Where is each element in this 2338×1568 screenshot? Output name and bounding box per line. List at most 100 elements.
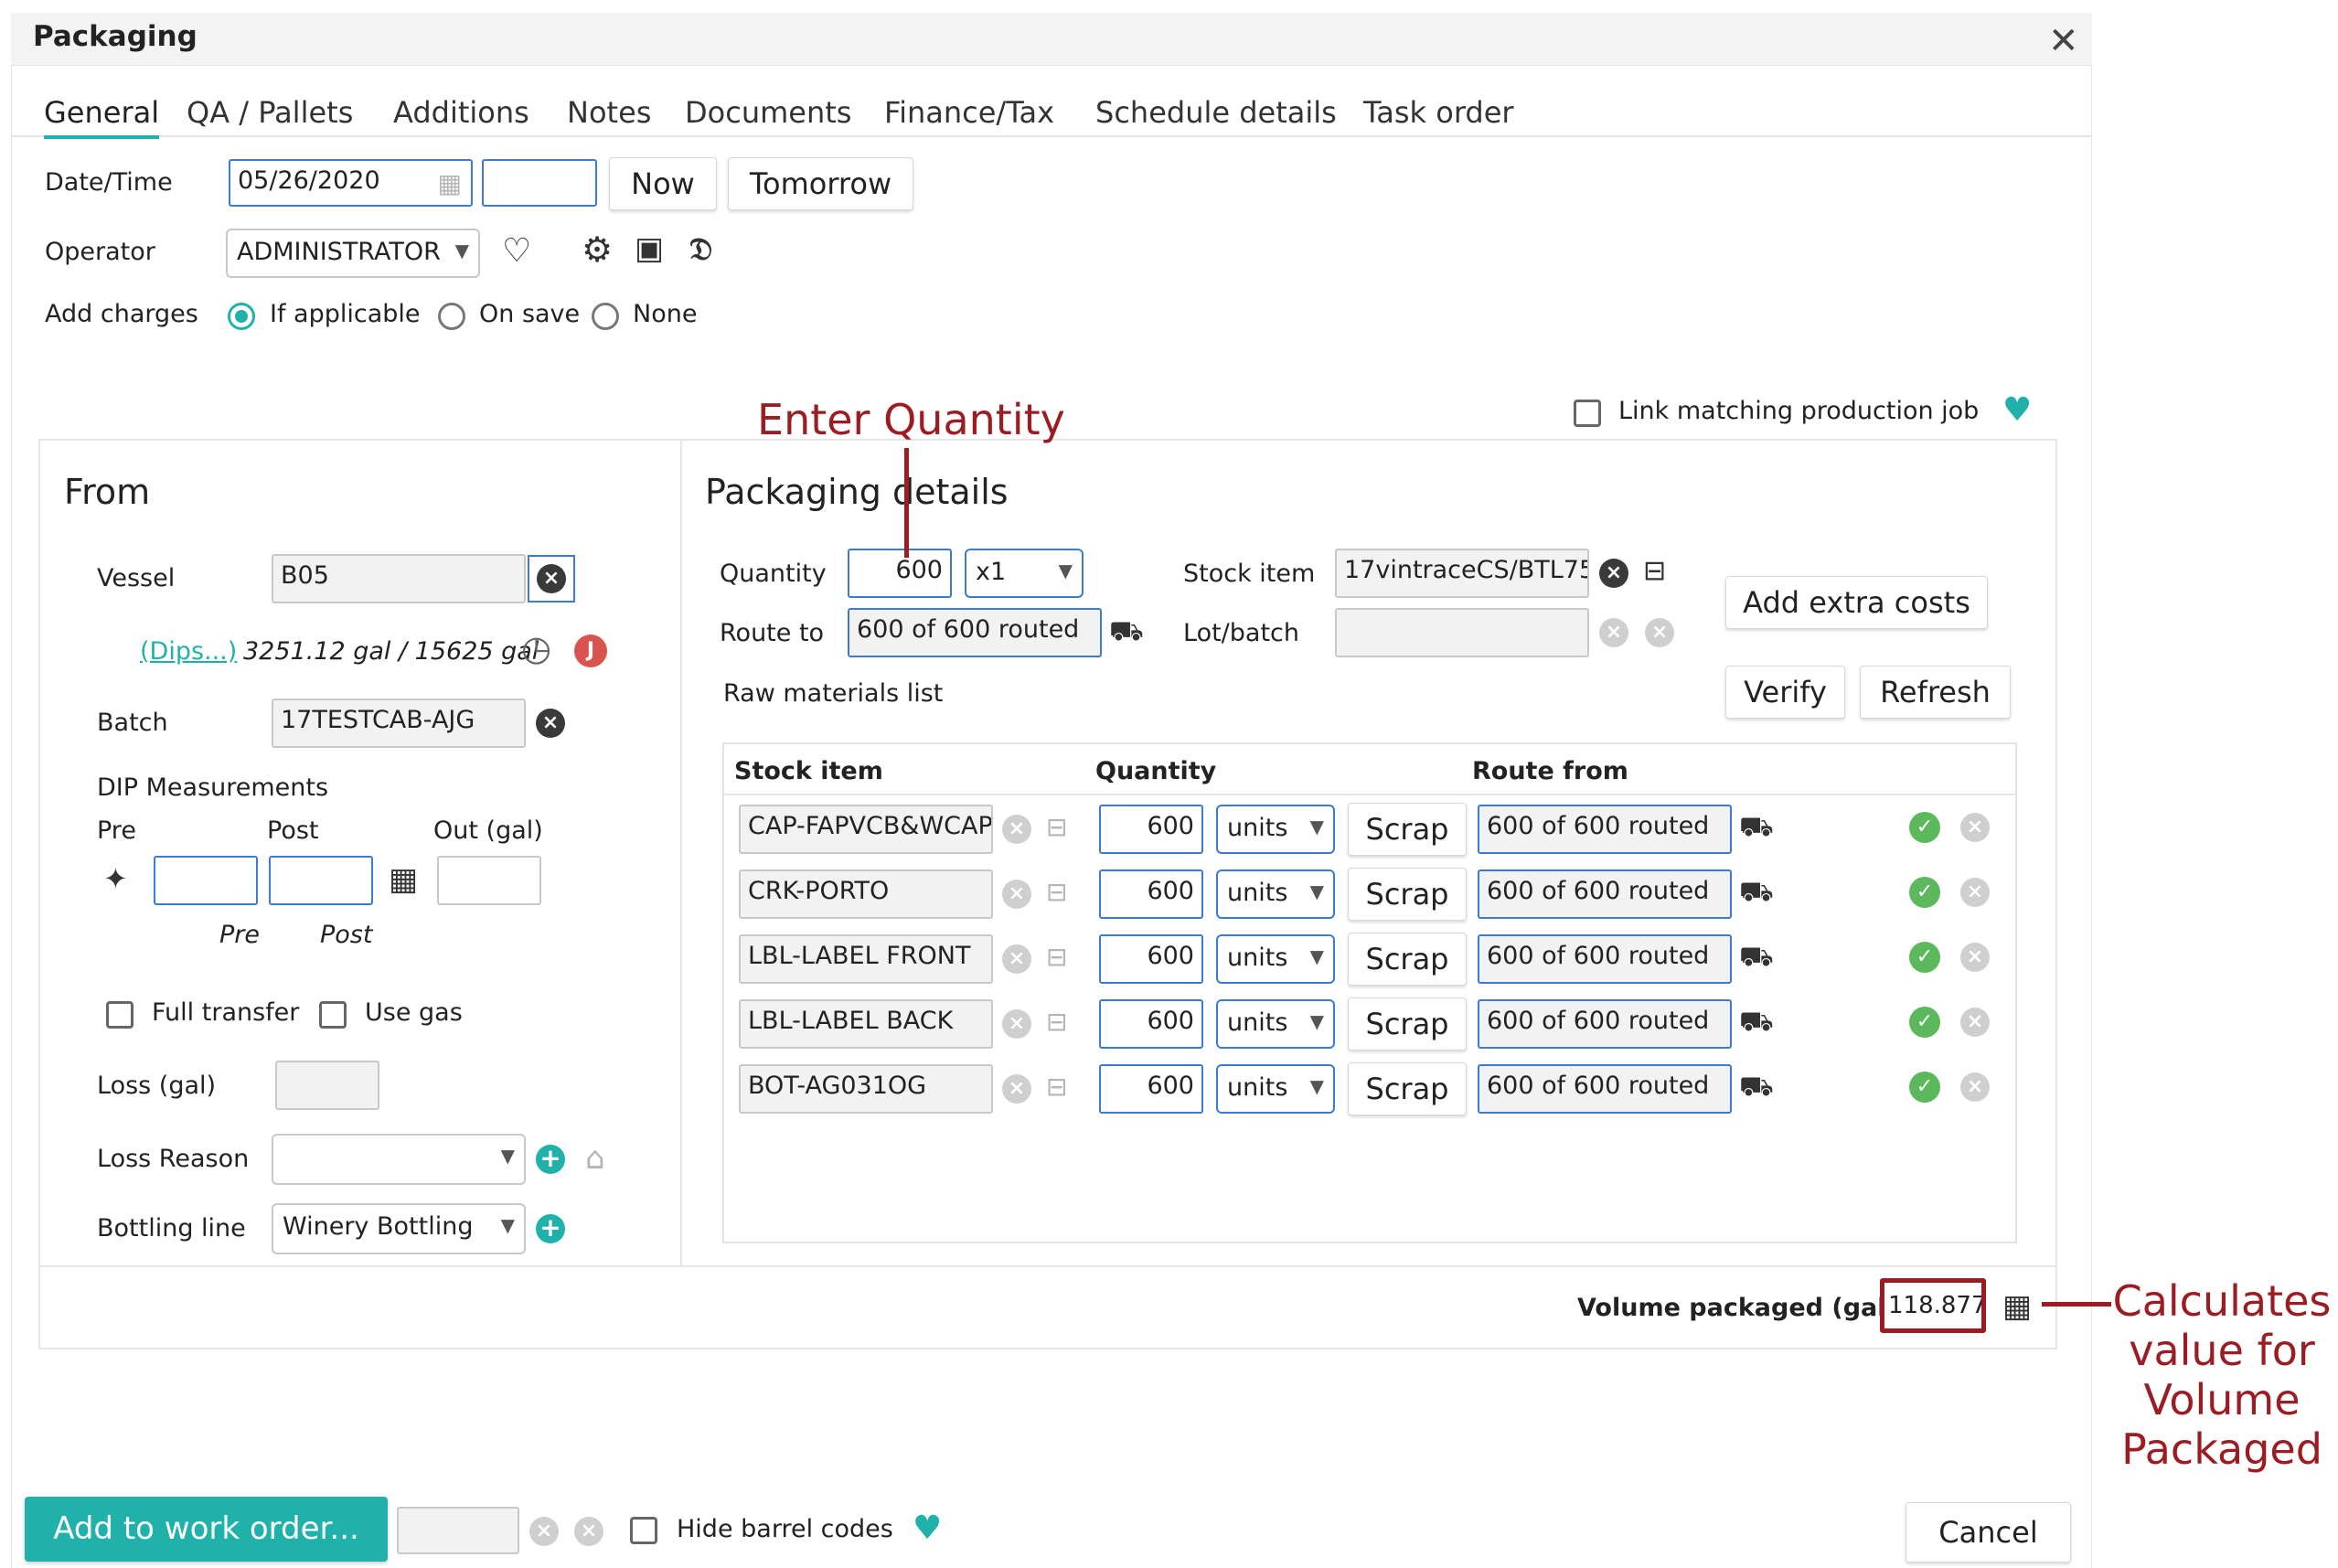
forklift-icon[interactable]: ⛟ — [1109, 616, 1144, 647]
link-job-checkbox[interactable] — [1574, 400, 1601, 427]
verify-button[interactable]: Verify — [1725, 666, 1845, 719]
row-remove-icon[interactable]: × — [1960, 943, 1990, 972]
lot-batch-input[interactable] — [1335, 608, 1589, 657]
multiplier-select[interactable]: x1 ▼ — [965, 549, 1084, 598]
row-unit-select[interactable]: units ▼ — [1216, 934, 1335, 984]
calculator-icon[interactable]: ▦ — [389, 864, 418, 895]
row-remove-icon[interactable]: × — [1960, 878, 1990, 907]
forklift-icon[interactable]: ⛟ — [1739, 812, 1774, 843]
row-unit-select[interactable]: units ▼ — [1216, 1064, 1335, 1114]
row-remove-icon[interactable]: × — [1960, 1072, 1990, 1102]
row-stock-input[interactable]: CAP-FAPVCB&WCAP — [739, 805, 993, 854]
heart-filled-icon[interactable]: ♥ — [913, 1512, 942, 1545]
row-quantity-input[interactable]: 600 — [1099, 1064, 1203, 1114]
forklift-icon[interactable]: ⛟ — [1739, 942, 1774, 973]
bottling-line-select[interactable]: Winery Bottling ▼ — [272, 1203, 526, 1254]
heart-filled-icon[interactable]: ♥ — [2002, 394, 2032, 427]
vessel-input[interactable]: B05 — [272, 554, 526, 603]
row-remove-icon[interactable]: × — [1960, 813, 1990, 842]
loss-reason-select[interactable]: ▼ — [272, 1134, 526, 1185]
row-scrap-button[interactable]: Scrap — [1348, 997, 1467, 1051]
row-route-input[interactable]: 600 of 600 routed — [1478, 999, 1732, 1049]
forklift-icon[interactable]: ⛟ — [1739, 1007, 1774, 1038]
row-stock-input[interactable]: LBL-LABEL FRONT — [739, 934, 993, 984]
batch-clear-icon[interactable]: × — [536, 709, 565, 738]
radio-on-save[interactable] — [438, 303, 465, 330]
gear-icon[interactable]: ⚙ — [582, 232, 613, 267]
calendar-icon[interactable]: ▦ — [438, 168, 462, 199]
radio-if-applicable[interactable] — [228, 303, 255, 330]
clock-icon[interactable]: ◷ — [521, 631, 551, 666]
bank-icon[interactable]: ⌂ — [585, 1143, 605, 1174]
row-clear-icon[interactable]: × — [1002, 944, 1031, 974]
calculator-icon[interactable]: ▦ — [2002, 1291, 2032, 1322]
row-quantity-input[interactable]: 600 — [1099, 805, 1203, 854]
tab-task-order[interactable]: Task order — [1363, 95, 1514, 130]
refresh-button[interactable]: Refresh — [1860, 666, 2011, 719]
forklift-icon[interactable]: ⛟ — [1739, 1072, 1774, 1103]
row-unit-select[interactable]: units ▼ — [1216, 869, 1335, 919]
magic-wand-icon[interactable]: ✦ — [103, 863, 128, 894]
add-extra-costs-button[interactable]: Add extra costs — [1725, 576, 1988, 629]
batch-input[interactable]: 17TESTCAB-AJG — [272, 699, 526, 748]
tab-notes[interactable]: Notes — [567, 95, 651, 130]
post-input[interactable] — [269, 856, 373, 905]
hide-barrel-codes-checkbox[interactable] — [630, 1517, 657, 1544]
now-button[interactable]: Now — [609, 157, 717, 210]
row-clear-icon[interactable]: × — [1002, 1009, 1031, 1039]
tab-qa-pallets[interactable]: QA / Pallets — [187, 95, 353, 130]
row-clear-icon[interactable]: × — [1002, 880, 1031, 909]
favorite-heart-icon[interactable]: ♡ — [502, 235, 531, 268]
route-to-input[interactable]: 600 of 600 routed — [848, 608, 1102, 657]
row-scrap-button[interactable]: Scrap — [1348, 933, 1467, 986]
tab-schedule-details[interactable]: Schedule details — [1095, 95, 1337, 130]
tomorrow-button[interactable]: Tomorrow — [728, 157, 913, 210]
lot-batch-remove-icon[interactable]: × — [1645, 618, 1674, 647]
time-input[interactable] — [482, 159, 597, 207]
contact-card-icon[interactable]: ▣ — [635, 233, 664, 264]
add-bottling-line-icon[interactable]: + — [536, 1214, 565, 1243]
stock-item-clear-icon[interactable]: × — [1599, 559, 1628, 588]
dips-link[interactable]: (Dips...) — [140, 637, 237, 666]
row-tag-icon[interactable]: ⊟ — [1046, 942, 1067, 973]
tab-finance-tax[interactable]: Finance/Tax — [884, 95, 1054, 130]
close-icon[interactable]: ✕ — [2048, 23, 2079, 59]
row-remove-icon[interactable]: × — [1960, 1008, 1990, 1037]
stock-item-input[interactable]: 17vintraceCS/BTL75 — [1335, 549, 1589, 598]
row-quantity-input[interactable]: 600 — [1099, 869, 1203, 919]
row-unit-select[interactable]: units ▼ — [1216, 805, 1335, 854]
out-input[interactable] — [437, 856, 541, 905]
row-route-input[interactable]: 600 of 600 routed — [1478, 869, 1732, 919]
row-quantity-input[interactable]: 600 — [1099, 999, 1203, 1049]
row-route-input[interactable]: 600 of 600 routed — [1478, 934, 1732, 984]
row-unit-select[interactable]: units ▼ — [1216, 999, 1335, 1049]
vessel-clear-button[interactable]: × — [528, 555, 575, 603]
operator-select[interactable]: ADMINISTRATOR ▼ — [226, 229, 480, 278]
row-tag-icon[interactable]: ⊟ — [1046, 1007, 1067, 1038]
date-input[interactable]: 05/26/2020 ▦ — [229, 159, 473, 207]
tag-icon[interactable]: ⊟ — [1643, 556, 1666, 587]
add-loss-reason-icon[interactable]: + — [536, 1145, 565, 1174]
forklift-icon[interactable]: ⛟ — [1739, 877, 1774, 908]
row-clear-icon[interactable]: × — [1002, 815, 1031, 844]
row-clear-icon[interactable]: × — [1002, 1074, 1031, 1104]
loss-input[interactable] — [275, 1061, 379, 1110]
row-scrap-button[interactable]: Scrap — [1348, 868, 1467, 921]
row-scrap-button[interactable]: Scrap — [1348, 1062, 1467, 1115]
row-tag-icon[interactable]: ⊟ — [1046, 877, 1067, 908]
work-order-input[interactable] — [397, 1507, 519, 1554]
volume-packaged-input[interactable]: 118.8774 — [1880, 1278, 1986, 1333]
radio-none[interactable] — [592, 303, 619, 330]
add-to-work-order-button[interactable]: Add to work order... — [25, 1497, 388, 1562]
use-gas-checkbox[interactable] — [319, 1001, 347, 1029]
pre-input[interactable] — [154, 856, 258, 905]
row-scrap-button[interactable]: Scrap — [1348, 803, 1467, 856]
row-stock-input[interactable]: BOT-AG031OG — [739, 1064, 993, 1114]
row-route-input[interactable]: 600 of 600 routed — [1478, 805, 1732, 854]
row-stock-input[interactable]: CRK-PORTO — [739, 869, 993, 919]
work-order-clear-icon[interactable]: × — [529, 1517, 559, 1546]
row-quantity-input[interactable]: 600 — [1099, 934, 1203, 984]
lot-batch-clear-icon[interactable]: × — [1599, 618, 1628, 647]
work-order-remove-icon[interactable]: × — [574, 1517, 603, 1546]
tab-additions[interactable]: Additions — [393, 95, 529, 130]
